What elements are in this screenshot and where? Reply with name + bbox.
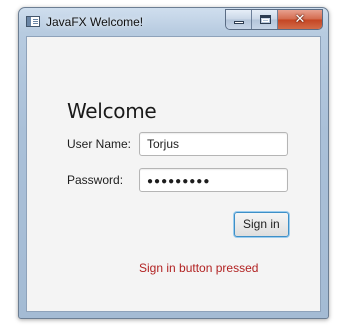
username-value: Torjus [147,137,180,151]
window-title: JavaFX Welcome! [46,15,144,29]
close-button[interactable]: ✕ [278,10,322,29]
maximize-button[interactable] [252,10,278,29]
username-field[interactable]: Torjus [139,132,288,156]
username-label: User Name: [67,137,132,151]
content-area: Welcome User Name: Torjus Password: ●●●●… [26,36,321,312]
password-label: Password: [67,173,124,187]
title-bar[interactable]: JavaFX Welcome! ✕ [19,8,328,35]
password-field[interactable]: ●●●●●●●●● [139,168,288,192]
password-masked-value: ●●●●●●●●● [147,176,211,187]
maximize-icon [260,15,271,24]
caption-buttons: ✕ [225,9,323,30]
app-window-icon[interactable] [26,16,40,27]
app-window: JavaFX Welcome! ✕ Welcome User Name: Tor… [18,7,329,319]
page-title: Welcome [67,99,157,123]
close-icon: ✕ [294,12,306,27]
status-message: Sign in button pressed [139,261,259,275]
sign-in-button[interactable]: Sign in [234,212,289,237]
minimize-button[interactable] [226,10,252,29]
minimize-icon [234,21,244,24]
